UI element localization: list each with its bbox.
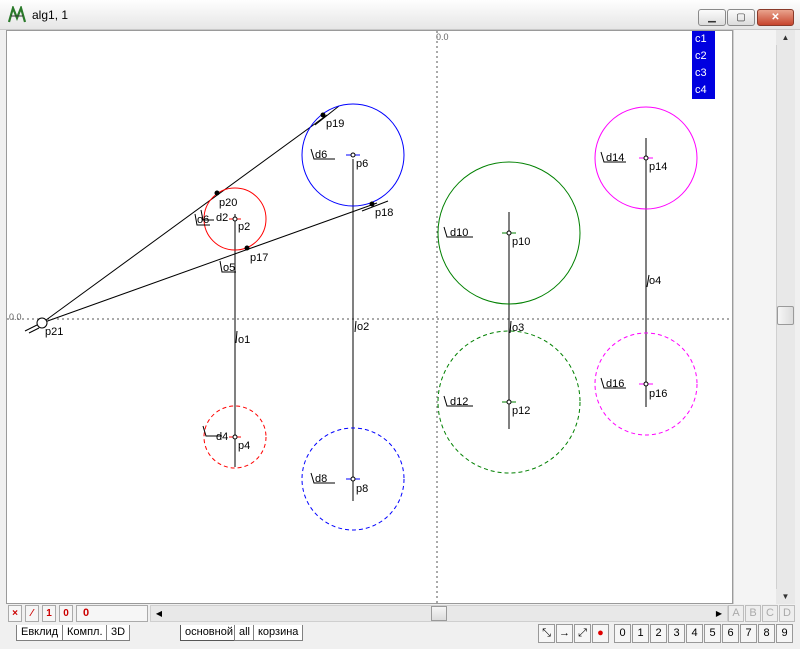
point-p17[interactable] (244, 245, 250, 251)
tool-record-icon[interactable]: ● (592, 624, 609, 643)
tab-euclid[interactable]: Евклид (16, 625, 64, 641)
digit-button[interactable]: 9 (776, 624, 793, 643)
label-p14: p14 (649, 161, 667, 173)
label-o2: o2 (357, 321, 369, 333)
label-p18: p18 (375, 207, 393, 219)
label-p6: p6 (356, 158, 368, 170)
point-p2[interactable] (232, 216, 238, 222)
label-p21: p21 (45, 326, 63, 338)
drawing-canvas[interactable]: 0.0 0.0 d2 p2 d4 p4 d6 p6 d8 p8 d10 p10 … (6, 30, 733, 604)
label-p17: p17 (250, 252, 268, 264)
window-title: alg1, 1 (32, 8, 69, 22)
label-d12: d12 (450, 396, 468, 408)
tool-arrow-icon[interactable]: → (556, 624, 573, 643)
y-axis-label: 0.0 (436, 32, 449, 42)
label-p4: p4 (238, 440, 250, 452)
digit-button[interactable]: 3 (668, 624, 685, 643)
label-p20: p20 (219, 197, 237, 209)
point-p20[interactable] (214, 190, 220, 196)
geometry-drawing[interactable]: 0.0 0.0 d2 p2 d4 p4 d6 p6 d8 p8 d10 p10 … (7, 31, 733, 604)
label-d2: d2 (216, 212, 228, 224)
tool-segment-icon[interactable]: ⤡ (538, 624, 555, 643)
digit-button[interactable]: 2 (650, 624, 667, 643)
minimize-button[interactable]: ▁ (698, 9, 726, 26)
point-p19[interactable] (320, 112, 326, 118)
point-p18[interactable] (369, 201, 375, 207)
label-p8: p8 (356, 483, 368, 495)
layer-list: c1 c2 c3 c4 (692, 31, 715, 99)
layer-item[interactable]: c2 (695, 48, 713, 65)
tab-complex[interactable]: Компл. (62, 625, 108, 641)
point-p8[interactable] (350, 476, 356, 482)
tab-all[interactable]: all (234, 625, 256, 641)
digit-button[interactable]: 1 (632, 624, 649, 643)
status-count: 0 (76, 605, 148, 622)
point-p10[interactable] (506, 230, 512, 236)
label-d14: d14 (606, 152, 624, 164)
bottom-bar: × ⁄ 1 0 0 ◀ ▶ A B C D Евклид Компл. 3D о… (0, 604, 800, 649)
vertical-scrollbar-thumb[interactable] (777, 306, 794, 325)
label-d8: d8 (315, 473, 327, 485)
label-o5: o5 (223, 262, 235, 274)
maximize-button[interactable]: ▢ (727, 9, 755, 26)
label-o3: o3 (512, 322, 524, 334)
x-axis-label: 0.0 (9, 312, 22, 322)
side-button-d[interactable]: D (779, 605, 795, 622)
side-button-a[interactable]: A (728, 605, 744, 622)
title-bar: alg1, 1 ▁ ▢ ✕ (0, 0, 800, 30)
label-p16: p16 (649, 388, 667, 400)
label-o6: o6 (197, 214, 209, 226)
tangent-line-lower (41, 202, 378, 324)
tab-trash[interactable]: корзина (253, 625, 304, 641)
label-d16: d16 (606, 378, 624, 390)
point-p4[interactable] (232, 434, 238, 440)
digit-button[interactable]: 6 (722, 624, 739, 643)
label-d10: d10 (450, 227, 468, 239)
point-p6[interactable] (350, 152, 356, 158)
horizontal-scrollbar[interactable]: ◀ ▶ (150, 605, 728, 622)
tool-resize-icon[interactable]: ⤢ (574, 624, 591, 643)
digit-button[interactable]: 7 (740, 624, 757, 643)
maximize-icon: ▢ (736, 12, 746, 23)
vertical-scrollbar[interactable]: ▲ ▼ (733, 30, 795, 604)
point-p12[interactable] (506, 399, 512, 405)
label-p12: p12 (512, 405, 530, 417)
side-button-c[interactable]: C (762, 605, 778, 622)
app-logo-icon (8, 6, 26, 23)
digit-button[interactable]: 4 (686, 624, 703, 643)
label-p2: p2 (238, 221, 250, 233)
scroll-right-icon[interactable]: ▶ (711, 606, 727, 621)
minimize-icon: ▁ (708, 12, 716, 23)
close-button[interactable]: ✕ (757, 9, 794, 26)
label-d6: d6 (315, 149, 327, 161)
digit-button[interactable]: 0 (614, 624, 631, 643)
scroll-down-icon[interactable]: ▼ (776, 589, 795, 604)
scroll-left-icon[interactable]: ◀ (151, 606, 167, 621)
digit-button[interactable]: 8 (758, 624, 775, 643)
layer-item[interactable]: c3 (695, 65, 713, 82)
layer-item[interactable]: c4 (695, 82, 713, 99)
tab-3d[interactable]: 3D (106, 625, 131, 641)
status-button[interactable]: × (8, 605, 22, 622)
label-o4: o4 (649, 275, 661, 287)
digit-button[interactable]: 5 (704, 624, 721, 643)
status-button[interactable]: 1 (42, 605, 56, 622)
point-p14[interactable] (643, 155, 649, 161)
status-button[interactable]: ⁄ (25, 605, 39, 622)
horizontal-scrollbar-thumb[interactable] (431, 606, 447, 621)
tangent-line-upper (41, 114, 328, 324)
label-d4: d4 (216, 431, 228, 443)
label-p10: p10 (512, 236, 530, 248)
close-icon: ✕ (771, 12, 780, 23)
layer-item[interactable]: c1 (695, 31, 713, 48)
status-button[interactable]: 0 (59, 605, 73, 622)
tab-main[interactable]: основной (180, 625, 238, 641)
point-p16[interactable] (643, 381, 649, 387)
label-o1: o1 (238, 334, 250, 346)
side-button-b[interactable]: B (745, 605, 761, 622)
label-p19: p19 (326, 118, 344, 130)
scroll-up-icon[interactable]: ▲ (776, 30, 795, 45)
